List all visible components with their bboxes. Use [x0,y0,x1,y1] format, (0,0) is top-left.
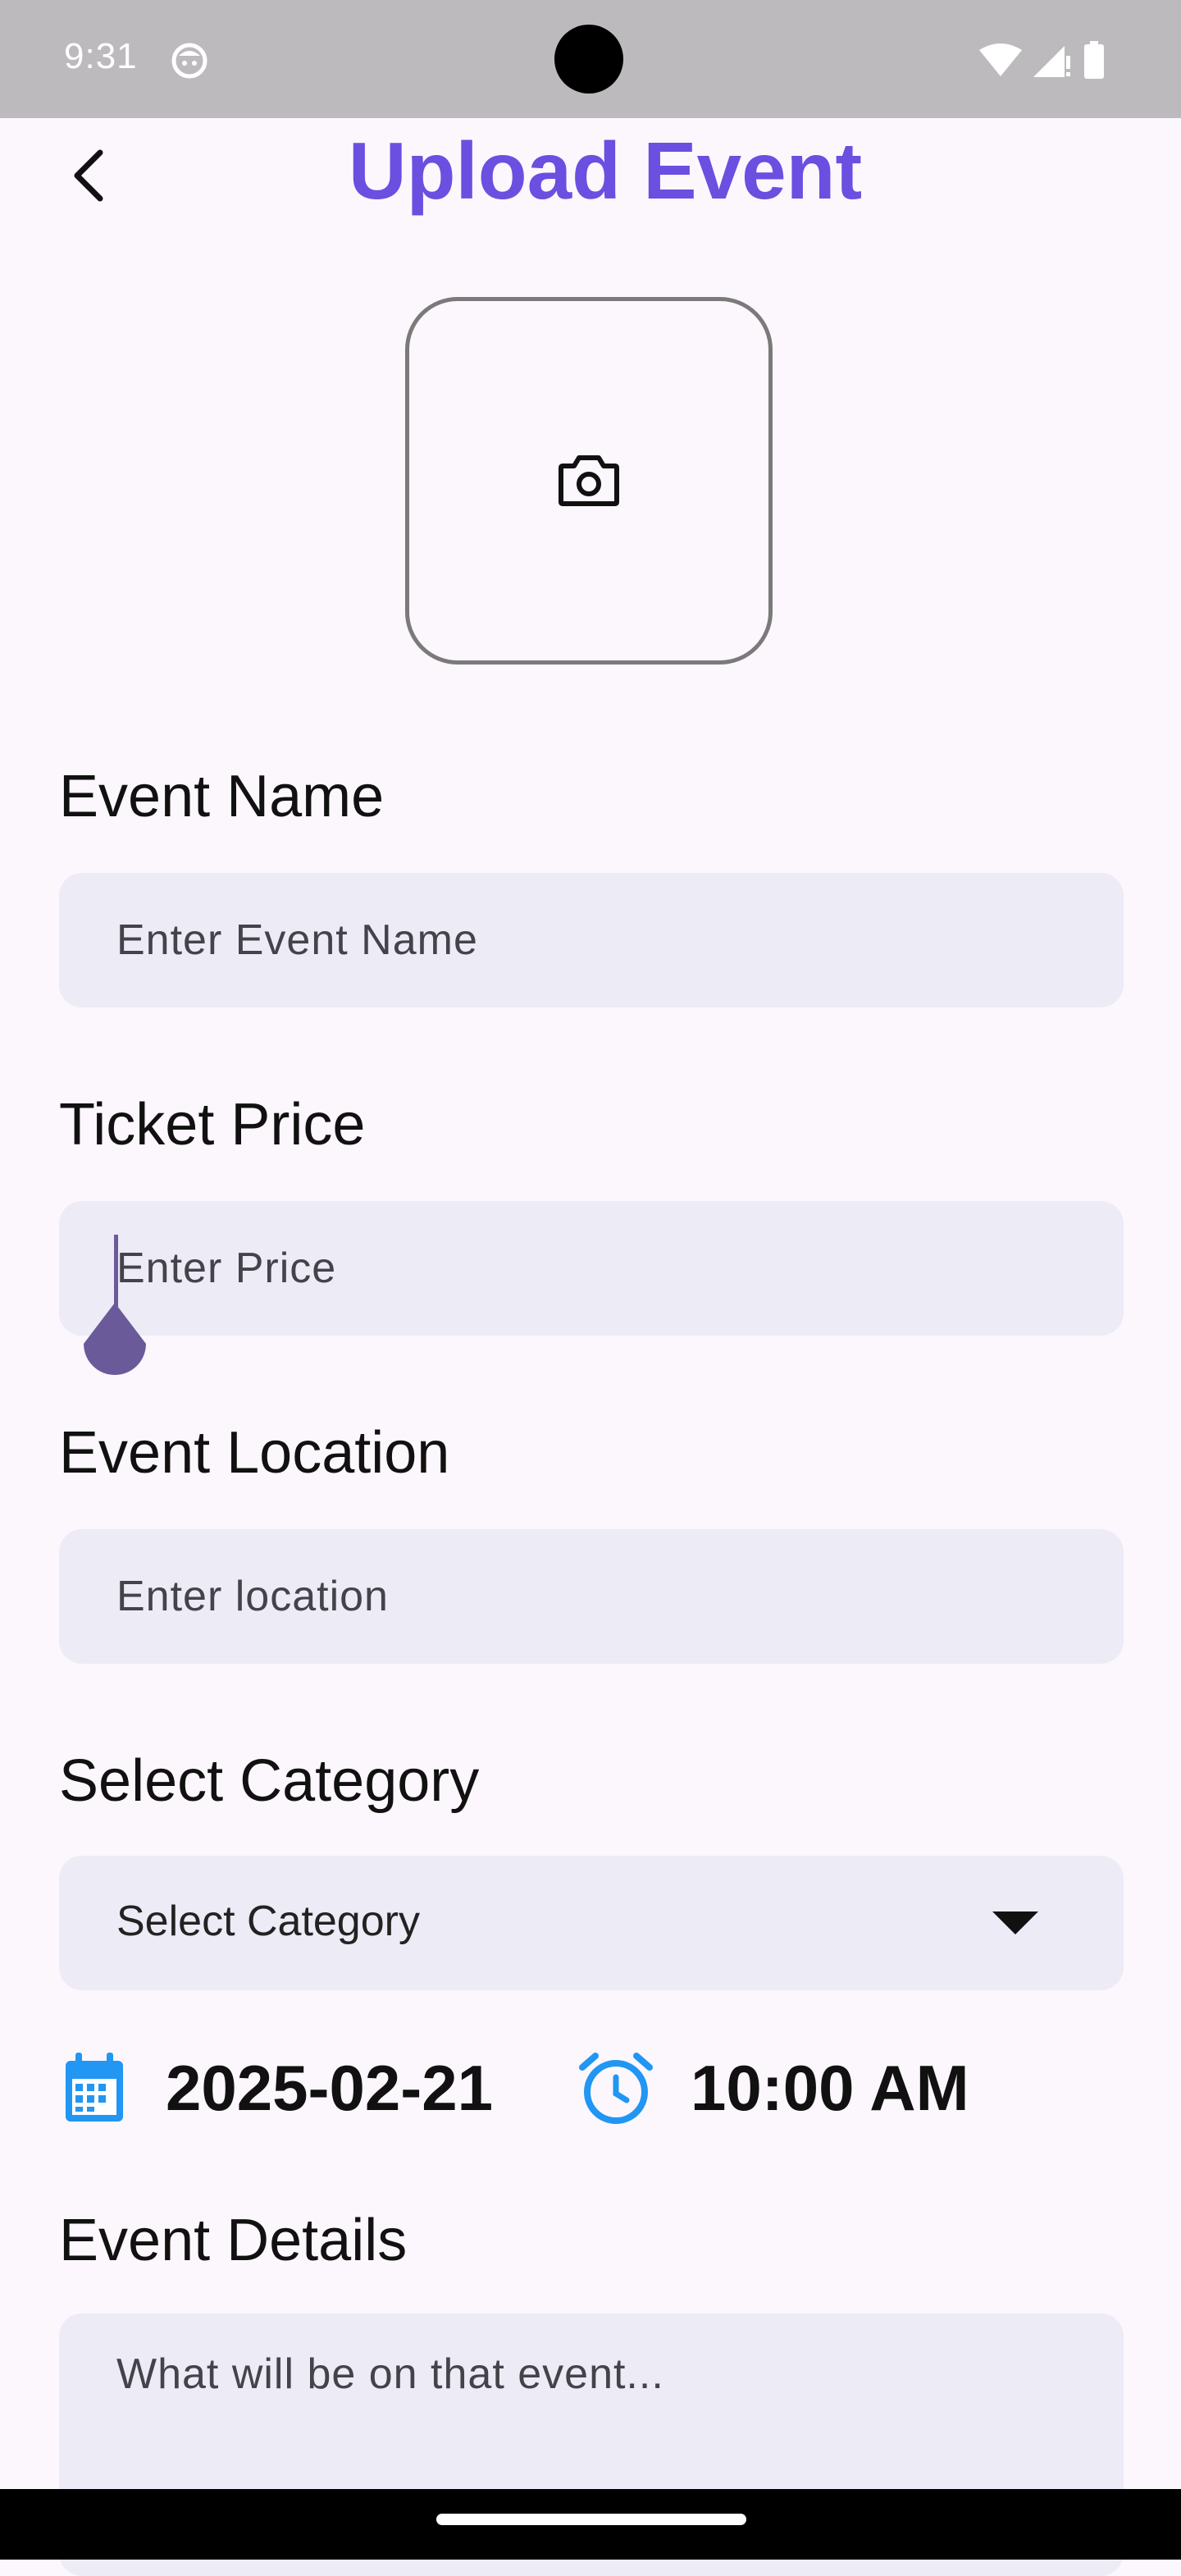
signal-icon [1033,43,1071,81]
category-label: Select Category [59,1748,480,1814]
status-bar: 9:31 [0,0,1181,118]
selected-date: 2025-02-21 [166,2051,493,2124]
date-picker[interactable]: 2025-02-21 [59,2049,493,2126]
event-name-input[interactable] [59,873,1124,1007]
category-selected-value: Select Category [116,1898,420,1945]
app-header: Upload Event [0,118,1181,233]
time-picker[interactable]: 10:00 AM [577,2049,969,2126]
battery-icon [1083,41,1106,83]
page-title: Upload Event [348,126,863,216]
ticket-price-label: Ticket Price [59,1092,366,1158]
camera-icon [559,455,619,506]
cursor-handle[interactable] [80,1303,149,1382]
dropdown-arrow-icon [992,1911,1038,1934]
status-time: 9:31 [64,36,138,76]
ticket-price-input[interactable] [59,1201,1124,1336]
event-location-input[interactable] [59,1529,1124,1664]
system-navigation-bar [0,2489,1181,2560]
event-details-label: Event Details [59,2208,408,2273]
event-image-picker[interactable] [405,297,773,665]
home-indicator[interactable] [436,2514,746,2525]
date-time-row: 2025-02-21 10:00 AM [59,2049,1125,2140]
category-dropdown[interactable]: Select Category [59,1856,1124,1990]
event-name-label: Event Name [59,764,385,829]
status-icons [979,41,1106,83]
app-notification-icon [171,41,208,83]
alarm-clock-icon [579,2053,653,2124]
selected-time: 10:00 AM [691,2051,969,2124]
text-cursor [114,1235,118,1312]
event-location-label: Event Location [59,1420,450,1486]
camera-cutout [554,25,623,94]
wifi-icon [979,43,1022,80]
calendar-icon [66,2053,123,2122]
